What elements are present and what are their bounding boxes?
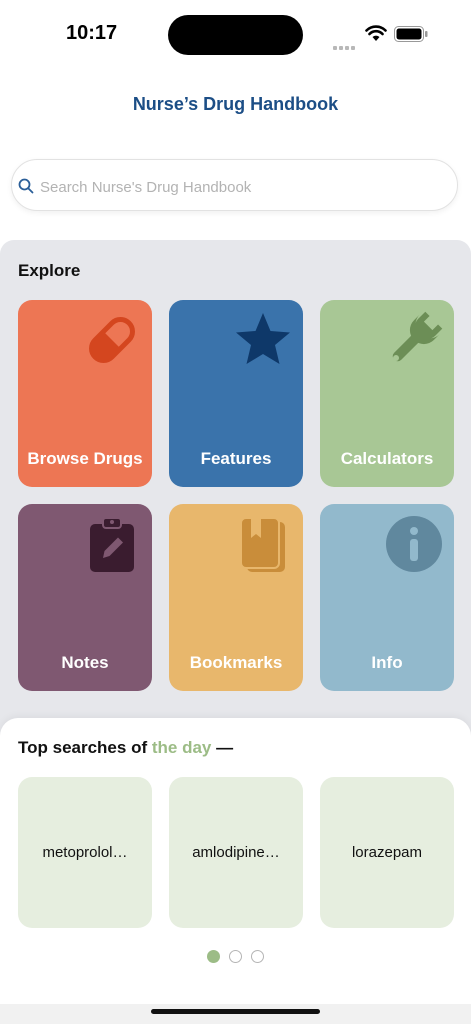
- top-search-label: lorazepam: [351, 844, 423, 861]
- search-icon: [18, 178, 34, 194]
- explore-section: Explore Browse Drugs Features Calculator…: [0, 240, 471, 740]
- top-search-card[interactable]: metoprolol…: [18, 777, 152, 928]
- top-searches-suffix: —: [211, 738, 234, 757]
- notes-tile[interactable]: Notes: [18, 504, 152, 691]
- search-bar[interactable]: [11, 159, 458, 211]
- top-searches-heading: Top searches of the day —: [18, 738, 233, 758]
- dynamic-island: [168, 15, 303, 55]
- tile-label: Browse Drugs: [27, 449, 143, 468]
- info-icon: [386, 516, 442, 572]
- bottom-bar: [0, 1004, 471, 1024]
- top-search-card[interactable]: lorazepam: [320, 777, 454, 928]
- top-search-label: metoprolol…: [42, 844, 128, 861]
- explore-heading: Explore: [18, 261, 81, 280]
- top-search-card[interactable]: amlodipine…: [169, 777, 303, 928]
- tile-label: Bookmarks: [189, 653, 283, 672]
- tile-label: Info: [371, 653, 403, 672]
- top-searches-accent: the day: [151, 738, 212, 757]
- clipboard-edit-icon: [90, 517, 134, 572]
- tile-label: Features: [200, 449, 272, 468]
- features-tile[interactable]: Features: [169, 300, 303, 487]
- page-title: Nurse’s Drug Handbook: [132, 94, 339, 114]
- tile-label: Calculators: [340, 449, 434, 468]
- search-input[interactable]: [38, 172, 442, 202]
- battery-icon: [394, 26, 428, 42]
- status-bar: 10:17: [0, 0, 471, 70]
- calculators-tile[interactable]: Calculators: [320, 300, 454, 487]
- page-dot[interactable]: [229, 950, 242, 963]
- page-dot-active[interactable]: [207, 950, 220, 963]
- browse-drugs-tile[interactable]: Browse Drugs: [18, 300, 152, 487]
- pill-icon: [89, 317, 135, 363]
- tile-label: Notes: [61, 653, 109, 672]
- book-bookmark-icon: [240, 517, 285, 572]
- page-dot[interactable]: [251, 950, 264, 963]
- home-indicator[interactable]: [151, 1009, 320, 1014]
- wrench-icon: [392, 311, 443, 362]
- info-tile[interactable]: Info: [320, 504, 454, 691]
- bookmarks-tile[interactable]: Bookmarks: [169, 504, 303, 691]
- star-icon: [236, 313, 290, 364]
- top-searches-section: Top searches of the day — metoprolol… am…: [0, 718, 471, 1008]
- signal-icon: [333, 37, 359, 50]
- status-time: 10:17: [66, 22, 118, 44]
- top-search-label: amlodipine…: [192, 844, 280, 861]
- top-searches-prefix: Top searches of: [18, 738, 152, 757]
- wifi-icon: [365, 25, 387, 41]
